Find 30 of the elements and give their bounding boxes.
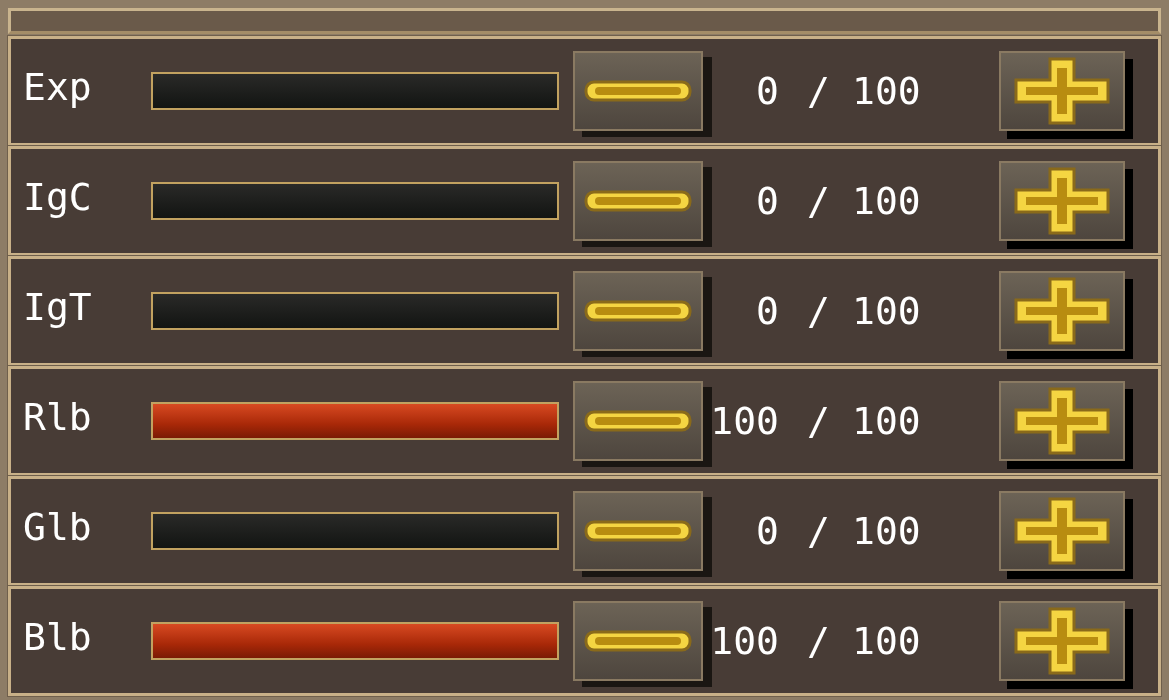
- plus-icon: [1012, 56, 1112, 126]
- separator: /: [806, 289, 831, 333]
- stat-label: Exp: [23, 65, 93, 109]
- stat-value: 100: [709, 619, 779, 663]
- stat-label: IgC: [23, 175, 93, 219]
- stat-max: 100: [851, 179, 922, 223]
- separator: /: [806, 69, 831, 113]
- separator: /: [806, 179, 831, 223]
- stat-value: 0: [755, 509, 779, 553]
- plus-icon: [1012, 496, 1112, 566]
- separator: /: [806, 509, 831, 553]
- plus-icon: [1012, 166, 1112, 236]
- plus-icon: [1012, 606, 1112, 676]
- separator: /: [806, 399, 831, 443]
- stat-label: Rlb: [23, 395, 93, 439]
- stat-max: 100: [851, 509, 922, 553]
- stat-value: 0: [755, 69, 779, 113]
- stat-max: 100: [851, 289, 922, 333]
- stat-value: 100: [709, 399, 779, 443]
- stat-value: 0: [755, 179, 779, 223]
- stat-max: 100: [851, 399, 922, 443]
- stat-max: 100: [851, 619, 922, 663]
- separator: /: [806, 619, 831, 663]
- stat-max: 100: [851, 69, 922, 113]
- stat-label: Glb: [23, 505, 93, 549]
- stat-label: Blb: [23, 615, 93, 659]
- stat-label: IgT: [23, 285, 93, 329]
- stat-value: 0: [755, 289, 779, 333]
- plus-icon: [1012, 276, 1112, 346]
- plus-icon: [1012, 386, 1112, 456]
